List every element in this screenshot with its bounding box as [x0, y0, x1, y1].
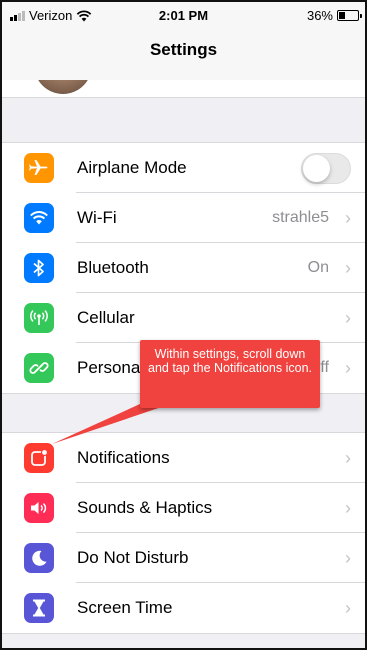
notifications-settings-group: Notifications › Sounds & Haptics › Do No…: [2, 432, 365, 634]
settings-row-bluetooth[interactable]: Bluetooth On ›: [2, 243, 365, 293]
chevron-right-icon: ›: [345, 207, 351, 228]
status-bar: Verizon 2:01 PM 36%: [2, 2, 365, 28]
row-label: Notifications: [77, 448, 170, 467]
airplane-mode-toggle[interactable]: [301, 152, 351, 184]
hotspot-link-icon: [24, 353, 54, 383]
settings-row-wifi[interactable]: Wi-Fi strahle5 ›: [2, 193, 365, 243]
settings-row-notifications[interactable]: Notifications ›: [2, 433, 365, 483]
row-label: Sounds & Haptics: [77, 498, 213, 517]
wifi-network-name: strahle5: [272, 209, 329, 226]
bottom-gap: [2, 634, 365, 648]
avatar: [34, 80, 92, 94]
chevron-right-icon: ›: [345, 357, 351, 378]
moon-icon: [24, 543, 54, 573]
settings-row-sounds-haptics[interactable]: Sounds & Haptics ›: [2, 483, 365, 533]
apple-id-profile-row[interactable]: [2, 80, 365, 98]
chevron-right-icon: ›: [345, 497, 351, 518]
row-label: Cellular: [77, 308, 135, 327]
row-label: Do Not Disturb: [77, 548, 189, 567]
speaker-icon: [24, 493, 54, 523]
airplane-icon: [24, 153, 54, 183]
wifi-icon: [24, 203, 54, 233]
row-label: Screen Time: [77, 598, 173, 617]
settings-row-airplane-mode[interactable]: Airplane Mode: [2, 143, 365, 193]
bluetooth-status: On: [307, 259, 329, 276]
chevron-right-icon: ›: [345, 447, 351, 468]
notifications-icon[interactable]: [24, 443, 54, 473]
settings-row-do-not-disturb[interactable]: Do Not Disturb ›: [2, 533, 365, 583]
settings-row-screen-time[interactable]: Screen Time ›: [2, 583, 365, 633]
row-label: Airplane Mode: [77, 158, 187, 177]
battery-level-fill: [339, 12, 346, 19]
phone-screen: Verizon 2:01 PM 36% Settings Airplane Mo…: [0, 0, 367, 650]
row-label: Wi-Fi: [77, 208, 117, 227]
chevron-right-icon: ›: [345, 257, 351, 278]
battery-icon: [337, 10, 362, 21]
page-title: Settings: [2, 28, 365, 80]
hourglass-icon: [24, 593, 54, 623]
status-right: 36%: [306, 8, 362, 23]
battery-percent: 36%: [306, 8, 333, 23]
instruction-callout: Within settings, scroll down and tap the…: [140, 340, 320, 408]
bluetooth-icon: [24, 253, 54, 283]
row-label: Bluetooth: [77, 258, 149, 277]
chevron-right-icon: ›: [345, 307, 351, 328]
settings-row-cellular[interactable]: Cellular ›: [2, 293, 365, 343]
chevron-right-icon: ›: [345, 597, 351, 618]
toggle-knob: [303, 154, 330, 182]
chevron-right-icon: ›: [345, 547, 351, 568]
cellular-antenna-icon: [24, 303, 54, 333]
